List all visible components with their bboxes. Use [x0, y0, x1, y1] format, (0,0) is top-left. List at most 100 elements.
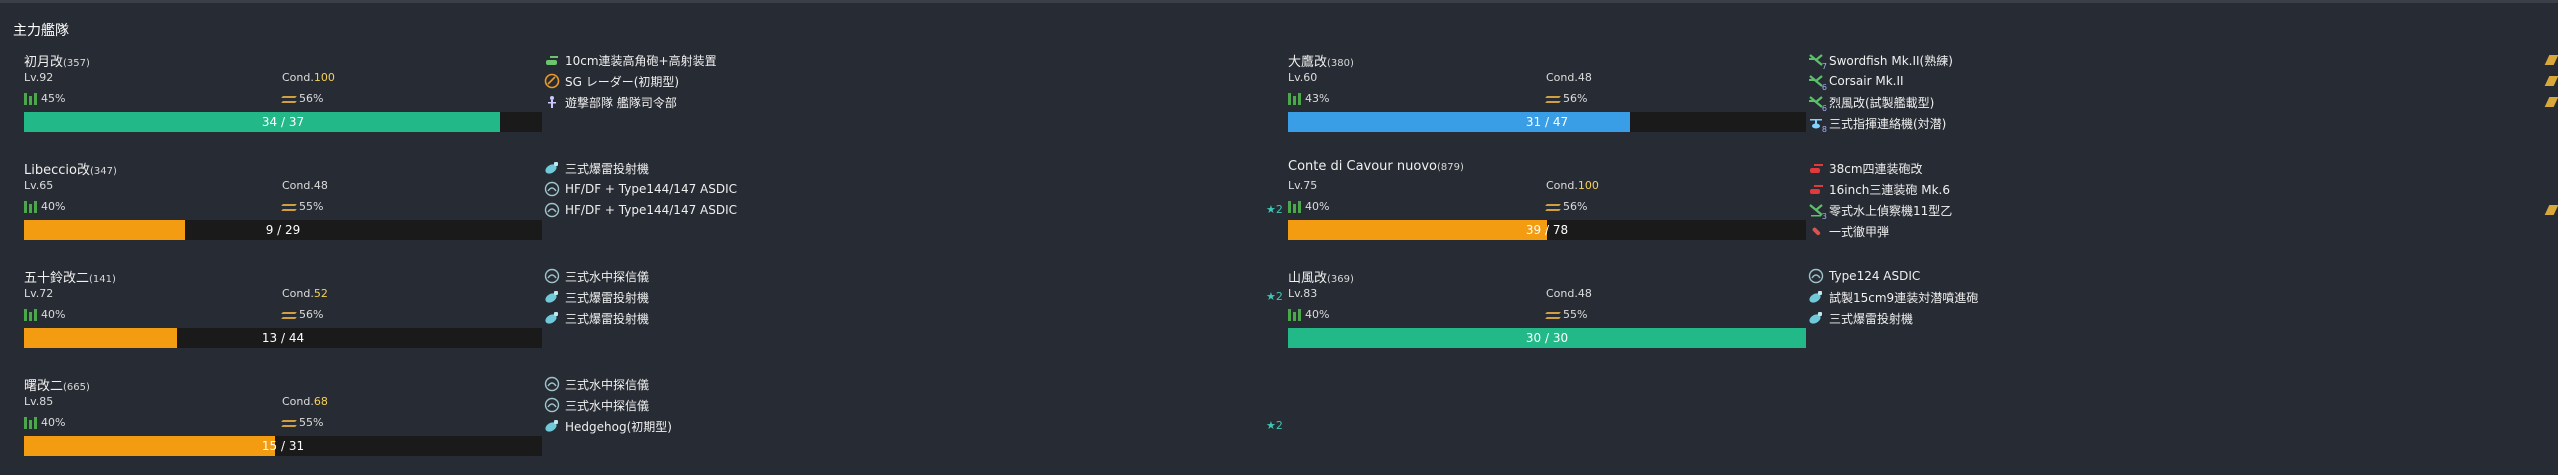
equipment-item[interactable]: 一式徹甲弾 [1808, 222, 1889, 240]
ship-id: (380) [1327, 58, 1354, 69]
depth-charge-icon [544, 418, 560, 434]
ship-level: Lv.83 [1288, 287, 1318, 300]
hp-bar: 15 / 31 [24, 436, 542, 456]
equipment-item[interactable]: 試製15cm9連装対潜噴進砲 [1808, 288, 1978, 306]
fuel-status: 43% [1288, 92, 1329, 105]
sonar-icon [544, 268, 560, 284]
ammo-icon [1545, 93, 1561, 105]
ammo-value: 56% [299, 308, 324, 321]
ship-name-text: 山風改 [1288, 271, 1328, 286]
fuel-value: 40% [41, 200, 66, 213]
slot-count: 6 [1821, 83, 1827, 92]
fighter-icon: 6 [1808, 94, 1827, 113]
improvement-level: ★2 [1266, 203, 1283, 216]
ship-card: 曙改二(665) Lv.85 Cond.68 40% 55% 15 / 31 三… [24, 375, 1284, 475]
equipment-item[interactable]: 三式爆雷投射機 [544, 159, 649, 177]
ship-name[interactable]: 大鷹改(380) [1288, 51, 1354, 70]
equipment-item[interactable]: 三式爆雷投射機 [544, 309, 649, 327]
equipment-item[interactable]: Type124 ASDIC [1808, 267, 1920, 285]
equipment-item[interactable]: 三式爆雷投射機 [1808, 309, 1913, 327]
cond-value: 100 [1577, 179, 1599, 192]
ship-condition: Cond.100 [282, 71, 335, 84]
ship-name[interactable]: 山風改(369) [1288, 267, 1354, 286]
equipment-item[interactable]: 8 三式指揮連絡機(対潜) [1808, 114, 1946, 134]
ship-name-text: 五十鈴改二 [24, 271, 90, 286]
ship-id: (347) [89, 166, 117, 177]
cond-value: 48 [1577, 287, 1592, 300]
ship-name[interactable]: 五十鈴改二(141) [24, 267, 116, 286]
equipment-item[interactable]: 10cm連装高角砲+高射装置 [544, 51, 717, 69]
equipment-item[interactable]: HF/DF + Type144/147 ASDIC [544, 201, 737, 219]
ammo-value: 55% [299, 200, 324, 213]
ship-name[interactable]: Conte di Cavour nuovo(879) [1288, 159, 1464, 174]
fuel-icon [24, 416, 38, 429]
equipment-item[interactable]: 6 Corsair Mk.II [1808, 72, 1904, 92]
cond-label: Cond. [282, 395, 314, 408]
equipment-item[interactable]: 16inch三連装砲 Mk.6 [1808, 180, 1950, 198]
ship-level: Lv.75 [1288, 179, 1318, 192]
cond-label: Cond. [282, 71, 314, 84]
equipment-item[interactable]: 6 烈風改(試製艦載型) [1808, 93, 1935, 113]
ship-name[interactable]: 初月改(357) [24, 51, 90, 70]
ship-condition: Cond.52 [282, 287, 328, 300]
equipment-item[interactable]: 7 Swordfish Mk.II(熟練) [1808, 51, 1953, 71]
hp-bar: 39 / 78 [1288, 220, 1806, 240]
equipment-item[interactable]: 三式水中探信儀 [544, 375, 649, 393]
equipment-name: HF/DF + Type144/147 ASDIC [565, 182, 738, 196]
equipment-item[interactable]: 38cm四連装砲改 [1808, 159, 1923, 177]
equipment-item[interactable]: 遊撃部隊 艦隊司令部 [544, 93, 677, 111]
ship-name-text: 大鷹改 [1288, 55, 1328, 70]
ship-level: Lv.60 [1288, 71, 1318, 84]
ammo-value: 56% [1563, 200, 1588, 213]
fuel-status: 40% [1288, 200, 1329, 213]
ship-level: Lv.92 [24, 71, 54, 84]
fuel-icon [1288, 200, 1302, 213]
equipment-item[interactable]: 三式爆雷投射機 [544, 288, 649, 306]
ammo-value: 55% [1563, 308, 1588, 321]
ammo-status: 56% [281, 308, 324, 321]
equipment-name: 三式水中探信儀 [565, 269, 650, 284]
fleet-command-icon [544, 94, 560, 110]
ammo-icon [1545, 309, 1561, 321]
ammo-icon [281, 93, 297, 105]
ship-card: 五十鈴改二(141) Lv.72 Cond.52 40% 56% 13 / 44… [24, 267, 1284, 367]
equipment-item[interactable]: 3 零式水上偵察機11型乙 [1808, 201, 1952, 221]
ammo-icon [281, 309, 297, 321]
ship-card: 山風改(369) Lv.83 Cond.48 40% 55% 30 / 30 T… [1288, 267, 2548, 367]
ammo-status: 56% [1545, 200, 1588, 213]
cond-label: Cond. [1546, 71, 1578, 84]
equipment-name: 烈風改(試製艦載型) [1829, 95, 1935, 110]
equipment-item[interactable]: SG レーダー(初期型) [544, 72, 679, 90]
ship-card: Libeccio改(347) Lv.65 Cond.48 40% 55% 9 /… [24, 159, 1284, 259]
cond-value: 100 [313, 71, 335, 84]
cond-label: Cond. [1546, 287, 1578, 300]
fuel-icon [24, 308, 38, 321]
equipment-item[interactable]: HF/DF + Type144/147 ASDIC [544, 180, 737, 198]
slot-count: 8 [1821, 125, 1827, 134]
equipment-item[interactable]: Hedgehog(初期型) [544, 417, 672, 435]
ammo-status: 55% [1545, 308, 1588, 321]
equipment-item[interactable]: 三式水中探信儀 [544, 396, 649, 414]
equipment-name: SG レーダー(初期型) [565, 74, 680, 89]
ship-condition: Cond.100 [1546, 179, 1599, 192]
ammo-icon [281, 201, 297, 213]
depth-charge-icon [1808, 310, 1824, 326]
ammo-status: 56% [281, 92, 323, 105]
equipment-name: Hedgehog(初期型) [565, 419, 672, 434]
cond-label: Cond. [282, 179, 314, 192]
slot-count: 3 [1821, 212, 1827, 221]
ship-name[interactable]: Libeccio改(347) [24, 159, 117, 178]
equipment-name: Corsair Mk.II [1829, 74, 1904, 88]
equipment-name: 三式爆雷投射機 [565, 290, 650, 305]
cond-value: 52 [313, 287, 328, 300]
equipment-item[interactable]: 三式水中探信儀 [544, 267, 649, 285]
seaplane-icon: 3 [1808, 202, 1827, 221]
ship-name[interactable]: 曙改二(665) [24, 375, 90, 394]
fuel-value: 40% [41, 308, 66, 321]
ship-card: Conte di Cavour nuovo(879) Lv.75 Cond.10… [1288, 159, 2558, 259]
equipment-name: 三式爆雷投射機 [1829, 311, 1914, 326]
ammo-value: 55% [299, 416, 324, 429]
ship-level: Lv.85 [24, 395, 54, 408]
hp-value: 9 / 29 [265, 223, 301, 237]
hp-value: 31 / 47 [1525, 115, 1569, 129]
